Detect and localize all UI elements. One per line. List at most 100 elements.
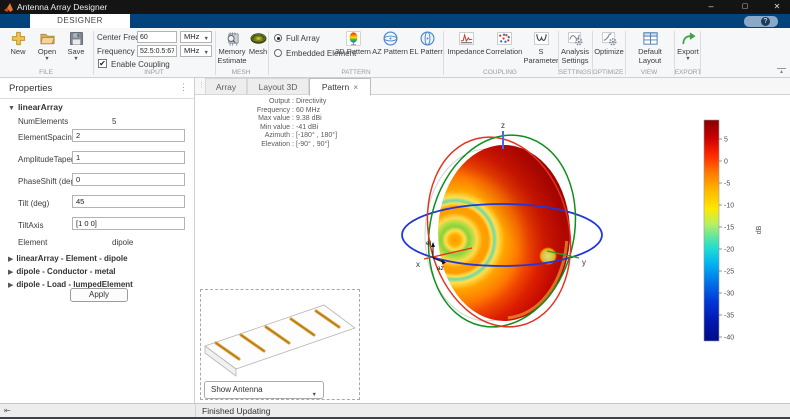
show-antenna-dropdown[interactable]: Show Antenna ▼: [204, 381, 324, 399]
tree-item-element-dipole[interactable]: ▶linearArray - Element - dipole: [8, 254, 128, 263]
properties-menu-icon[interactable]: ⋮: [179, 82, 188, 93]
amplitudetaper-input[interactable]: [72, 151, 185, 164]
optimize-icon: [601, 30, 618, 47]
full-array-label: Full Array: [286, 34, 320, 43]
tiltaxis-input[interactable]: [72, 217, 185, 230]
save-dropdown-caret-icon[interactable]: ▼: [63, 57, 89, 62]
tab-layout-3d[interactable]: Layout 3D: [247, 78, 309, 95]
element-value: dipole: [112, 238, 133, 247]
export-section-label: EXPORT: [663, 69, 713, 76]
ribbon-divider: [700, 31, 701, 75]
enable-coupling-label: Enable Coupling: [111, 60, 170, 69]
open-folder-icon: [39, 30, 56, 47]
s-parameter-button[interactable]: S Parameter: [523, 30, 559, 65]
elementspacing-input[interactable]: [72, 129, 185, 142]
tab-designer[interactable]: DESIGNER: [30, 14, 130, 28]
collapse-panel-icon[interactable]: ⇤: [4, 406, 11, 415]
correlation-button[interactable]: Correlation: [483, 30, 525, 57]
svg-text:-30: -30: [724, 291, 734, 298]
impedance-icon: [458, 30, 475, 47]
unit-caret-icon: ▼: [204, 34, 209, 44]
mesh-icon: [250, 30, 267, 47]
status-bar: ⇤ Finished Updating: [0, 403, 790, 417]
lineararray-group-header[interactable]: ▼linearArray: [8, 102, 63, 112]
frequency-range-unit-dropdown[interactable]: MHz ▼: [180, 45, 212, 57]
properties-panel-title: Properties: [0, 78, 194, 99]
impedance-button[interactable]: Impedance: [446, 30, 486, 57]
center-frequency-input[interactable]: [137, 31, 177, 43]
properties-panel: Properties ⋮ ▼linearArray NumElements 5 …: [0, 78, 195, 403]
coupling-section-label: COUPLING: [474, 69, 526, 76]
z-axis-label: z: [501, 121, 505, 130]
tab-pattern[interactable]: Pattern×: [309, 78, 371, 96]
az-label: az: [437, 265, 444, 272]
svg-text:-10: -10: [724, 203, 734, 210]
element-label: Element: [18, 238, 47, 247]
collapsed-caret-icon: ▶: [8, 269, 13, 276]
expanded-caret-icon: ▼: [8, 105, 15, 112]
3d-pattern-button[interactable]: 3D Pattern: [334, 30, 372, 57]
ribbon-divider: [93, 31, 94, 75]
tilt-label: Tilt (deg): [18, 199, 49, 208]
embedded-element-radio[interactable]: [274, 49, 282, 57]
export-dropdown-caret-icon[interactable]: ▼: [674, 57, 702, 62]
help-icon: ?: [761, 17, 770, 26]
radio-dot: [277, 37, 281, 41]
pattern-figure-area: Output:Directivity Frequency:60 MHz Max …: [195, 95, 790, 403]
mesh-button[interactable]: Mesh: [247, 30, 269, 57]
maximize-window-button[interactable]: ▢: [734, 0, 756, 14]
collapsed-caret-icon: ▶: [8, 256, 13, 263]
optimize-button[interactable]: Optimize: [593, 30, 625, 57]
figure-tab-bar: ⋮ Array Layout 3D Pattern×: [195, 78, 790, 95]
numelements-value: 5: [112, 117, 116, 126]
minimize-window-button[interactable]: –: [700, 0, 722, 14]
tab-array[interactable]: Array: [205, 78, 247, 95]
x-axis-label: x: [416, 260, 420, 269]
el-pattern-button[interactable]: EL Pattern: [409, 30, 445, 57]
new-plus-icon: [10, 30, 27, 47]
full-array-radio[interactable]: [274, 34, 282, 42]
tree-item-conductor-metal[interactable]: ▶dipole - Conductor - metal: [8, 267, 116, 276]
svg-text:-35: -35: [724, 313, 734, 320]
colorbar: [704, 120, 719, 341]
analysis-settings-button[interactable]: Analysis Settings: [559, 30, 591, 65]
frequency-range-input[interactable]: [137, 45, 177, 57]
el-label: el: [426, 240, 432, 247]
close-pattern-tab-icon[interactable]: ×: [353, 82, 358, 92]
apply-button[interactable]: Apply: [70, 288, 128, 302]
settings-section-label: SETTINGS: [557, 69, 593, 76]
svg-text:-20: -20: [724, 247, 734, 254]
phaseshift-input[interactable]: [72, 173, 185, 186]
optimize-section-label: OPTIMIZE: [590, 69, 626, 76]
svg-text:5: 5: [724, 137, 728, 144]
svg-text:-5: -5: [724, 181, 730, 188]
save-button[interactable]: Save ▼: [63, 30, 89, 62]
pattern-section-label: PATTERN: [330, 69, 382, 76]
open-dropdown-caret-icon[interactable]: ▼: [34, 57, 60, 62]
new-button[interactable]: New: [5, 30, 31, 57]
collapsed-caret-icon: ▶: [8, 282, 13, 289]
ribbon-toolbar: New Open ▼ Save ▼ FILE Center Frequency …: [0, 28, 790, 78]
az-pattern-button[interactable]: AZ Pattern: [371, 30, 409, 57]
memory-estimate-button[interactable]: Memory Estimate: [214, 30, 250, 65]
antenna-array-preview[interactable]: [201, 290, 359, 380]
tilt-input[interactable]: [72, 195, 185, 208]
s-parameter-icon: [533, 30, 550, 47]
help-button[interactable]: ?: [744, 16, 778, 27]
status-message: Finished Updating: [202, 406, 271, 416]
ribbon-divider: [268, 31, 269, 75]
close-window-button[interactable]: ✕: [766, 0, 788, 14]
minimize-ribbon-icon[interactable]: ▴: [777, 68, 786, 75]
default-layout-button[interactable]: Default Layout: [626, 30, 674, 65]
center-frequency-unit-dropdown[interactable]: MHz ▼: [180, 31, 212, 43]
svg-text:-15: -15: [724, 225, 734, 232]
export-button[interactable]: Export ▼: [674, 30, 702, 62]
input-section-label: INPUT: [124, 69, 184, 76]
enable-coupling-checkbox[interactable]: ✔: [98, 59, 107, 68]
tabbar-drag-handle[interactable]: ⋮: [198, 81, 205, 89]
ribbon-divider: [443, 31, 444, 75]
el-arrowhead: [431, 242, 435, 247]
mesh-section-label: MESH: [215, 69, 267, 76]
open-button[interactable]: Open ▼: [34, 30, 60, 62]
analysis-settings-icon: [567, 30, 584, 47]
